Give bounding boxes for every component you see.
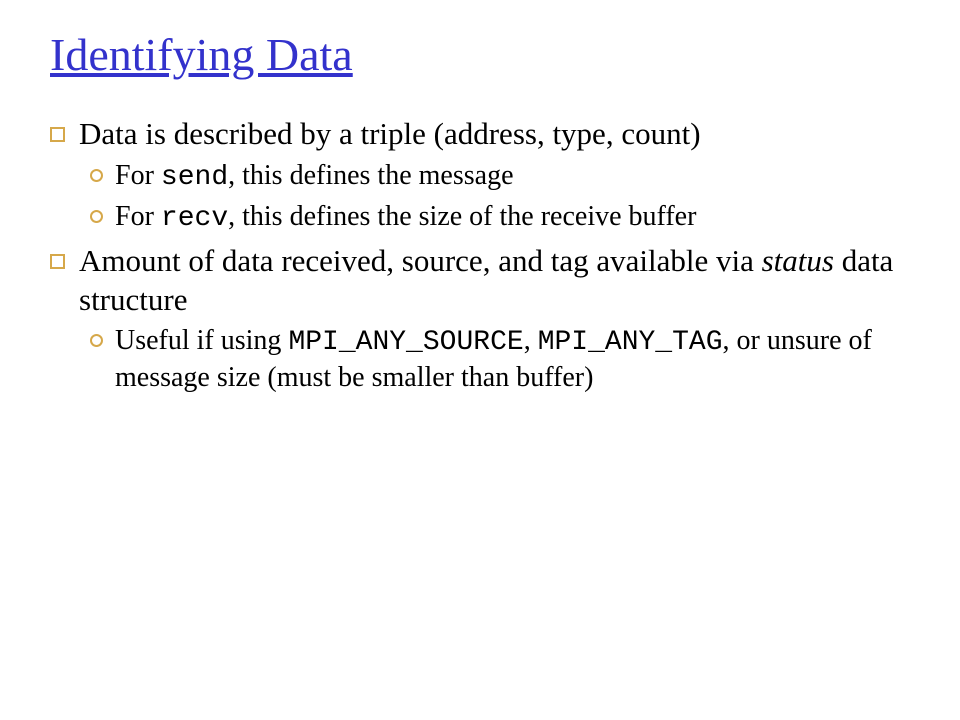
bullet-text: Useful if using MPI_ANY_SOURCE, MPI_ANY_… — [115, 323, 910, 395]
text-fragment: , — [524, 325, 538, 356]
bullet-text: Amount of data received, source, and tag… — [79, 242, 910, 320]
slide-title: Identifying Data — [50, 28, 910, 81]
circle-bullet-icon — [90, 169, 103, 182]
circle-bullet-icon — [90, 210, 103, 223]
code-fragment: recv — [161, 203, 228, 234]
text-fragment: For — [115, 160, 161, 191]
bullet-level2: For send, this defines the message — [90, 158, 910, 195]
bullet-level1: Amount of data received, source, and tag… — [50, 242, 910, 320]
bullet-level2: For recv, this defines the size of the r… — [90, 199, 910, 236]
italic-fragment: status — [762, 243, 834, 278]
slide: Identifying Data Data is described by a … — [0, 0, 960, 395]
text-fragment: , this defines the size of the receive b… — [228, 201, 696, 232]
bullet-text: For send, this defines the message — [115, 158, 910, 195]
code-fragment: MPI_ANY_SOURCE — [288, 327, 523, 358]
square-bullet-icon — [50, 127, 65, 142]
circle-bullet-icon — [90, 334, 103, 347]
text-fragment: , this defines the message — [228, 160, 513, 191]
bullet-text: For recv, this defines the size of the r… — [115, 199, 910, 236]
code-fragment: send — [161, 162, 228, 193]
bullet-text: Data is described by a triple (address, … — [79, 115, 910, 154]
code-fragment: MPI_ANY_TAG — [538, 327, 723, 358]
text-fragment: Amount of data received, source, and tag… — [79, 243, 762, 278]
text-fragment: For — [115, 201, 161, 232]
bullet-level1: Data is described by a triple (address, … — [50, 115, 910, 154]
square-bullet-icon — [50, 254, 65, 269]
bullet-level2: Useful if using MPI_ANY_SOURCE, MPI_ANY_… — [90, 323, 910, 395]
text-fragment: Useful if using — [115, 325, 288, 356]
